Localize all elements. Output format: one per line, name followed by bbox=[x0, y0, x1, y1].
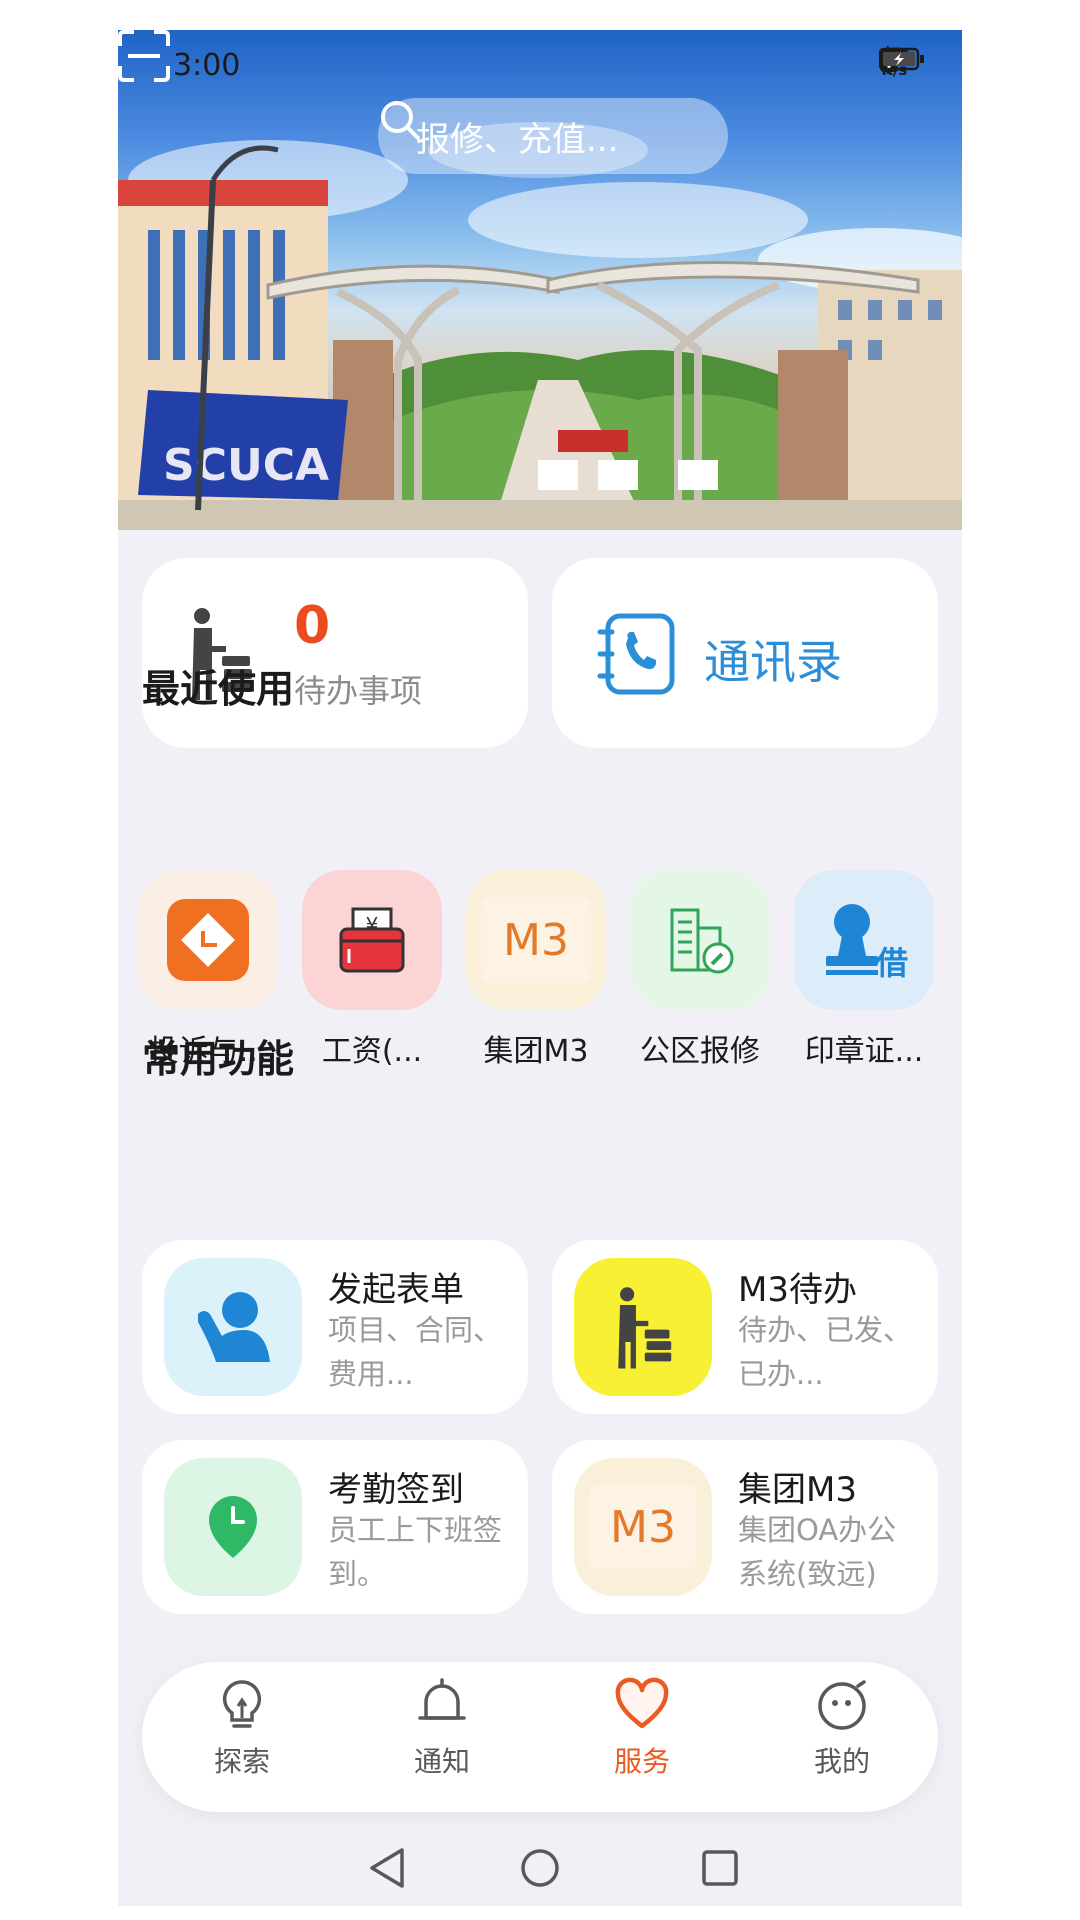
recent-section-title: 最近使用 bbox=[142, 667, 295, 711]
bell-icon bbox=[418, 1678, 466, 1720]
func-title: 发起表单 bbox=[328, 1270, 464, 1310]
nav-mine[interactable]: 我的 bbox=[782, 1676, 902, 1780]
m3-icon-text: M3 bbox=[503, 914, 569, 966]
nav-label: 服务 bbox=[613, 1745, 670, 1778]
contacts-label: 通讯录 bbox=[704, 635, 842, 689]
recent-icon-bg: 借 bbox=[794, 870, 934, 1010]
status-icons: 846 K/s bbox=[878, 46, 924, 78]
attendance-icon bbox=[209, 1496, 257, 1558]
recent-item-seal[interactable]: 借 印章证... bbox=[794, 870, 934, 1070]
content: 0 待办事项 通讯录 最近使用 投诉与... ¥ 工资(... M3 集团M3 … bbox=[118, 530, 962, 1830]
func-desc: 员工上下班签到。 bbox=[328, 1513, 503, 1591]
hero-banner: SCUCA 3:00 846 K/s bbox=[118, 30, 962, 530]
func-card-group-m3[interactable]: M3 集团M3 集团OA办公系统(致远) bbox=[552, 1440, 938, 1614]
recent-item-label: 工资(... bbox=[321, 1034, 423, 1069]
recent-icon-bg bbox=[138, 870, 278, 1010]
m3-icon: M3 bbox=[589, 1485, 697, 1569]
svg-text:SCUCA: SCUCA bbox=[163, 440, 329, 491]
nav-notify[interactable]: 通知 bbox=[382, 1676, 502, 1780]
func-card-m3-todo[interactable]: M3待办 待办、已发、已办... bbox=[552, 1240, 938, 1414]
recent-icon-bg bbox=[630, 870, 770, 1010]
todo-label: 待办事项 bbox=[294, 672, 423, 710]
recent-item-label: 印章证... bbox=[804, 1034, 924, 1069]
recents-icon[interactable] bbox=[702, 1850, 738, 1886]
repair-icon bbox=[670, 908, 734, 974]
bottom-nav: 探索 通知 服务 我的 bbox=[142, 1662, 938, 1812]
recent-item-salary[interactable]: ¥ 工资(... bbox=[302, 870, 442, 1070]
scan-icon[interactable] bbox=[118, 30, 170, 82]
func-title: 考勤签到 bbox=[328, 1470, 464, 1510]
search-icon bbox=[381, 101, 420, 140]
common-section-title: 常用功能 bbox=[142, 1037, 295, 1081]
func-icon-bg bbox=[164, 1258, 302, 1396]
lightbulb-icon bbox=[222, 1680, 262, 1728]
func-desc: 待办、已发、已办... bbox=[738, 1313, 913, 1391]
form-icon bbox=[198, 1292, 270, 1362]
status-time: 3:00 bbox=[173, 48, 241, 83]
func-title: 集团M3 bbox=[738, 1470, 857, 1510]
m3-icon: M3 bbox=[481, 897, 591, 983]
func-icon-bg: M3 bbox=[574, 1458, 712, 1596]
m3-todo-icon bbox=[618, 1287, 672, 1369]
func-icon-bg bbox=[164, 1458, 302, 1596]
func-card-attendance[interactable]: 考勤签到 员工上下班签到。 bbox=[142, 1440, 528, 1614]
nav-label: 通知 bbox=[413, 1745, 470, 1778]
func-icon-bg bbox=[574, 1258, 712, 1396]
smiley-icon bbox=[818, 1680, 866, 1730]
salary-icon: ¥ bbox=[339, 907, 405, 973]
contacts-book-icon bbox=[597, 613, 675, 695]
battery-charging-icon bbox=[878, 47, 924, 71]
back-icon[interactable] bbox=[370, 1848, 404, 1888]
recent-item-repair[interactable]: 公区报修 bbox=[630, 870, 770, 1070]
recent-item-m3[interactable]: M3 集团M3 bbox=[466, 870, 606, 1070]
nav-label: 我的 bbox=[813, 1745, 870, 1778]
recent-icon-bg: M3 bbox=[466, 870, 606, 1010]
nav-label: 探索 bbox=[213, 1745, 270, 1778]
contacts-card[interactable]: 通讯录 bbox=[552, 558, 938, 748]
m3-icon-text: M3 bbox=[610, 1501, 676, 1553]
search-placeholder: 报修、充值... bbox=[416, 119, 619, 160]
todo-card[interactable]: 0 待办事项 bbox=[142, 558, 528, 748]
phone-screen: SCUCA 3:00 846 K/s bbox=[118, 30, 962, 1906]
heart-icon bbox=[615, 1677, 669, 1729]
func-desc: 项目、合同、费用... bbox=[328, 1313, 503, 1391]
recent-item-label: 公区报修 bbox=[640, 1034, 760, 1069]
system-nav-bar bbox=[370, 1848, 738, 1888]
home-icon[interactable] bbox=[521, 1849, 559, 1887]
status-bar: 3:00 846 K/s bbox=[118, 30, 962, 100]
recent-item-label: 集团M3 bbox=[483, 1034, 589, 1069]
seal-icon-text: 借 bbox=[875, 944, 908, 980]
recent-icon-bg: ¥ bbox=[302, 870, 442, 1010]
nav-explore[interactable]: 探索 bbox=[182, 1676, 302, 1780]
func-desc: 集团OA办公系统(致远) bbox=[738, 1513, 897, 1591]
search-bar[interactable]: 报修、充值... bbox=[378, 98, 728, 174]
func-card-form[interactable]: 发起表单 项目、合同、费用... bbox=[142, 1240, 528, 1414]
todo-count: 0 bbox=[294, 596, 331, 656]
nav-service[interactable]: 服务 bbox=[582, 1676, 702, 1780]
func-title: M3待办 bbox=[738, 1270, 857, 1310]
seal-icon: 借 bbox=[826, 904, 908, 980]
complaint-icon bbox=[167, 899, 249, 981]
